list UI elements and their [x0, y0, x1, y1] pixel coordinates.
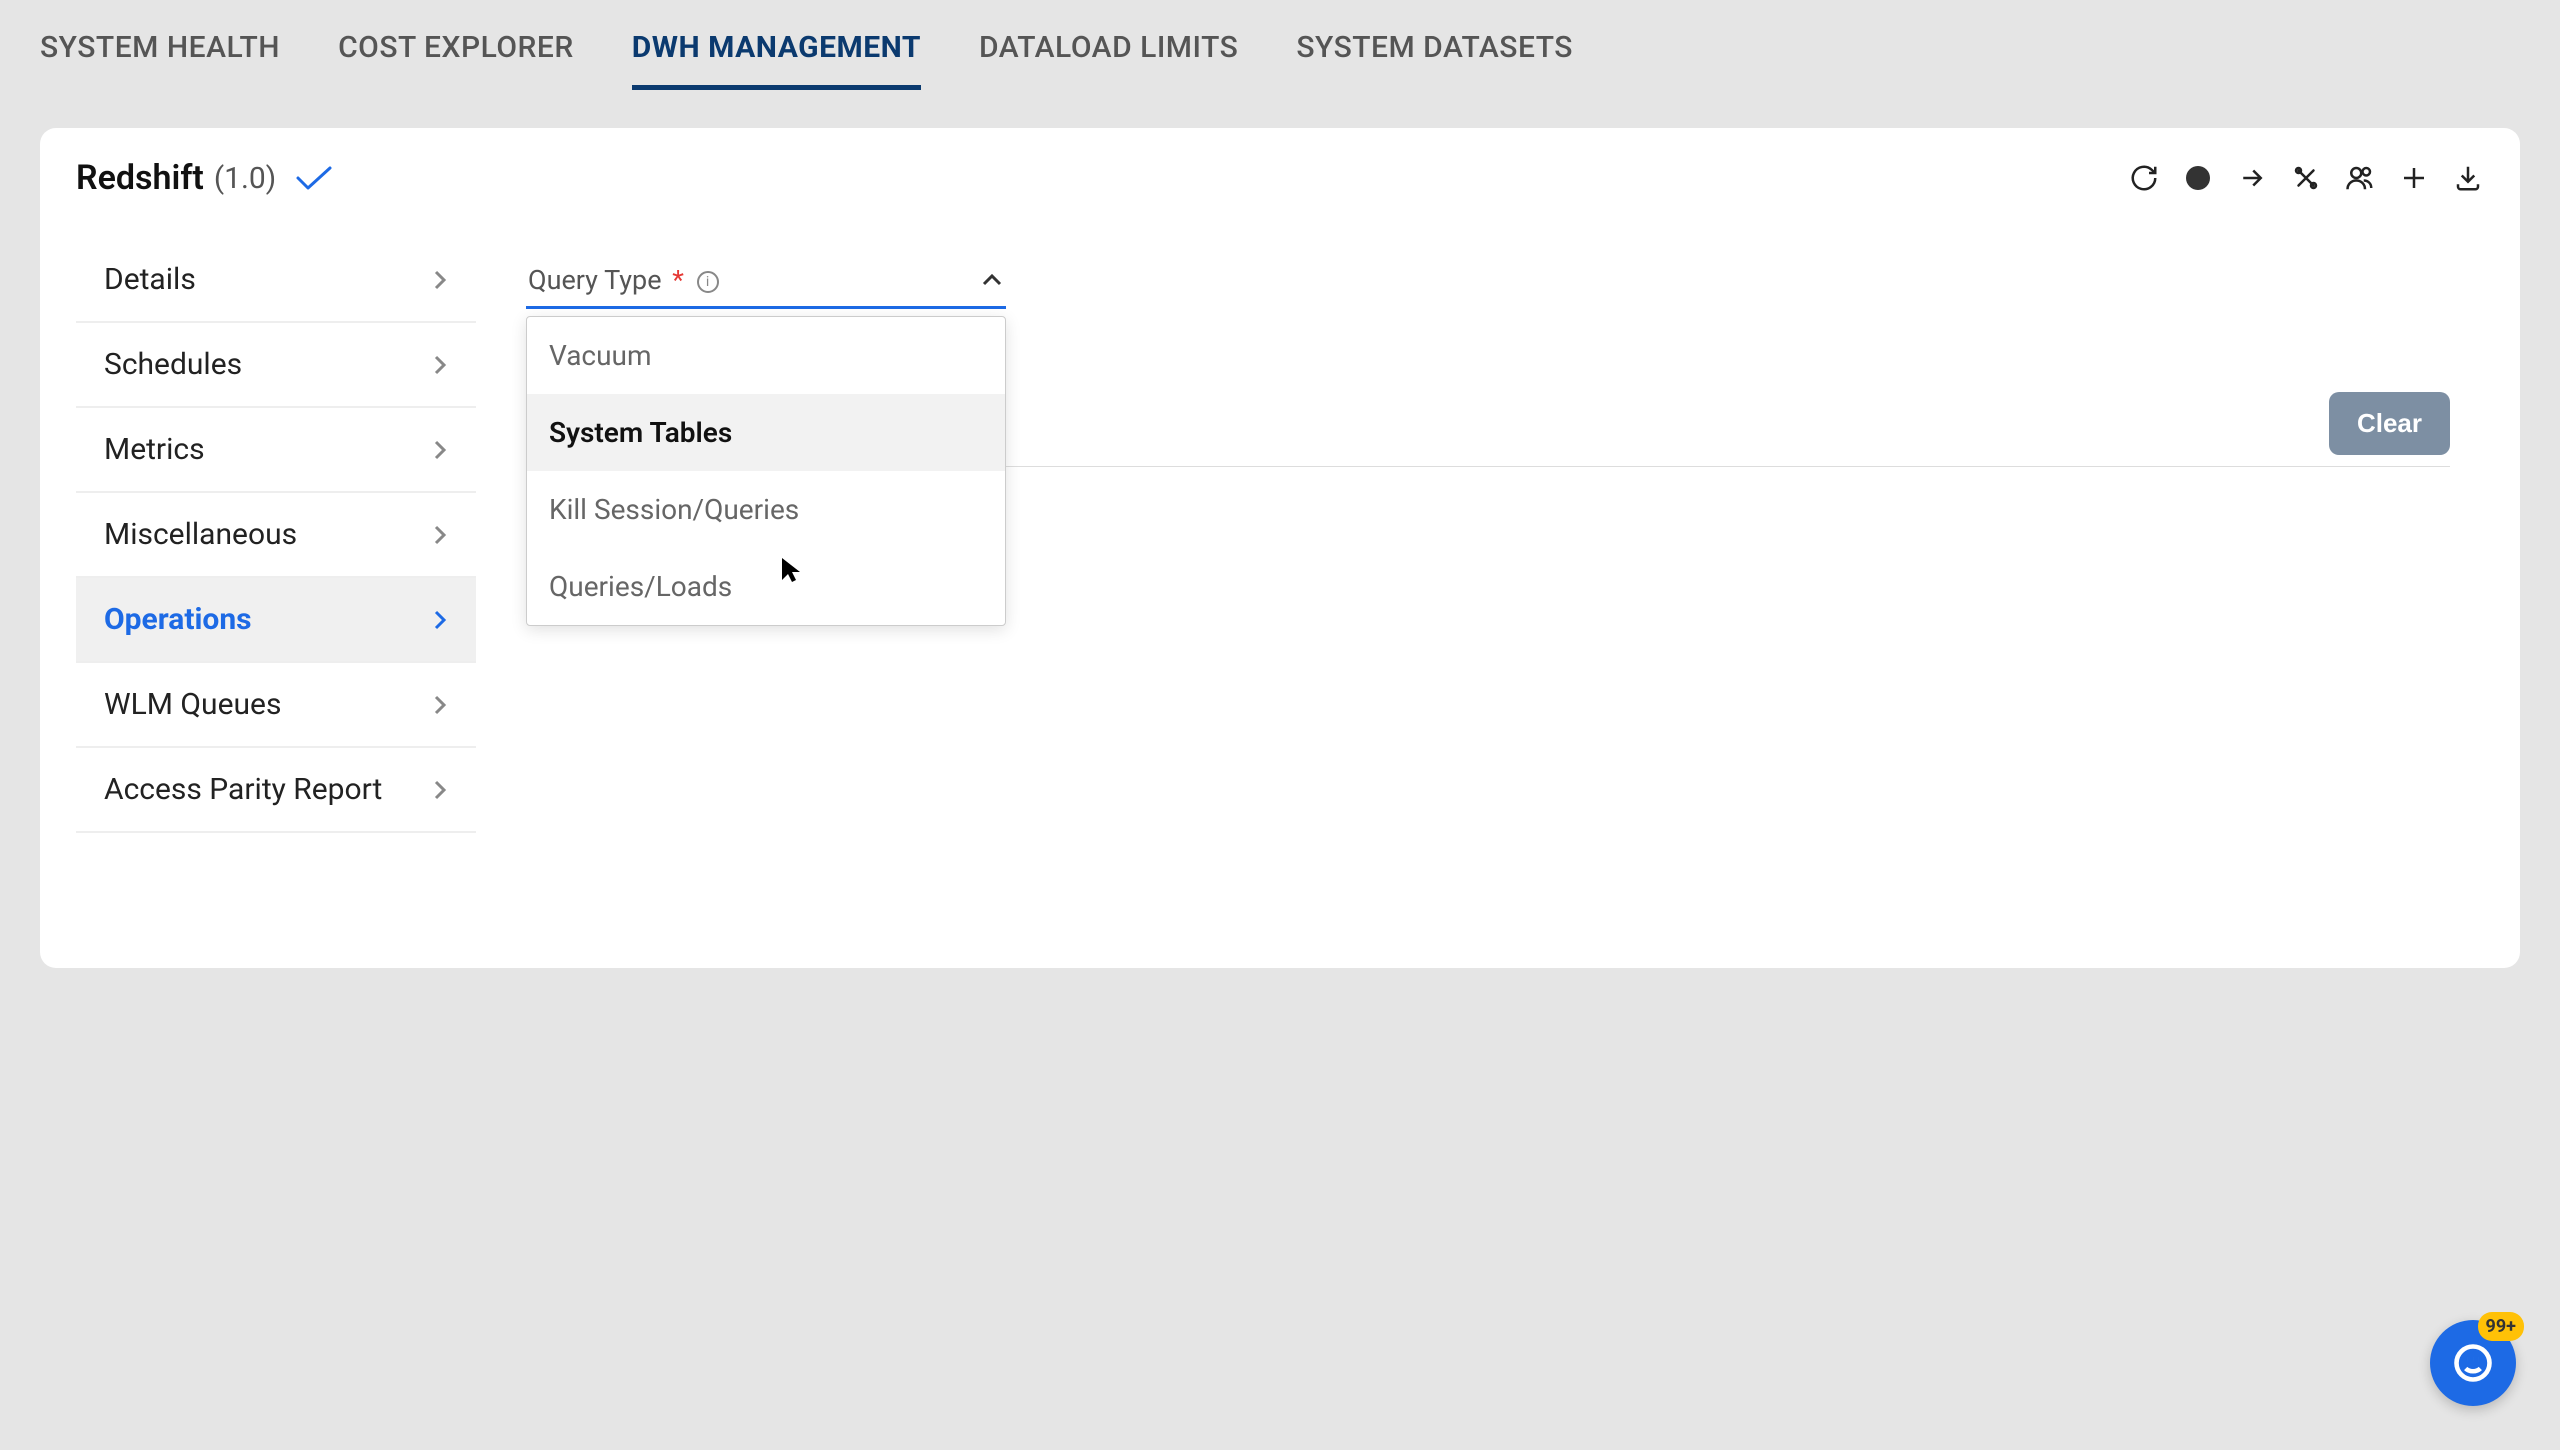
- dropdown-option-queries-loads[interactable]: Queries/Loads: [527, 548, 1005, 625]
- refresh-icon[interactable]: [2128, 162, 2160, 194]
- clear-button[interactable]: Clear: [2329, 392, 2450, 455]
- sidebar-item-label: Access Parity Report: [104, 772, 382, 807]
- title-group: Redshift (1.0): [76, 158, 334, 198]
- chevron-right-icon: [432, 268, 448, 292]
- query-type-select[interactable]: Query Type * i Vacuum System Tables Kill…: [526, 258, 1006, 309]
- page-title: Redshift: [76, 158, 204, 198]
- sidebar-item-label: Schedules: [104, 347, 242, 382]
- sidebar: Details Schedules Metrics Miscellaneous …: [76, 238, 476, 833]
- chevron-right-icon: [432, 523, 448, 547]
- chevron-right-icon: [432, 778, 448, 802]
- dropdown-option-kill-session-queries[interactable]: Kill Session/Queries: [527, 471, 1005, 548]
- query-type-label: Query Type * i: [528, 264, 719, 296]
- sidebar-item-label: Operations: [104, 602, 252, 637]
- sidebar-item-details[interactable]: Details: [76, 238, 476, 323]
- sidebar-item-label: Miscellaneous: [104, 517, 297, 552]
- sidebar-item-access-parity-report[interactable]: Access Parity Report: [76, 748, 476, 833]
- tools-icon[interactable]: [2290, 162, 2322, 194]
- top-nav: SYSTEM HEALTH COST EXPLORER DWH MANAGEME…: [0, 0, 2560, 90]
- sidebar-item-label: Metrics: [104, 432, 205, 467]
- tab-dwh-management[interactable]: DWH MANAGEMENT: [632, 30, 921, 90]
- download-icon[interactable]: [2452, 162, 2484, 194]
- tab-system-health[interactable]: SYSTEM HEALTH: [40, 30, 280, 90]
- sidebar-item-wlm-queues[interactable]: WLM Queues: [76, 663, 476, 748]
- tab-system-datasets[interactable]: SYSTEM DATASETS: [1296, 30, 1573, 90]
- arrow-right-icon[interactable]: [2236, 162, 2268, 194]
- dropdown-option-vacuum[interactable]: Vacuum: [527, 317, 1005, 394]
- chevron-right-icon: [432, 693, 448, 717]
- info-icon[interactable]: i: [697, 271, 719, 293]
- header-action-icons: [2128, 162, 2484, 194]
- card-header: Redshift (1.0): [76, 158, 2484, 198]
- tab-cost-explorer[interactable]: COST EXPLORER: [338, 30, 574, 90]
- page-version: (1.0): [214, 161, 276, 196]
- chat-badge: 99+: [2478, 1312, 2524, 1341]
- chevron-up-icon: [980, 272, 1004, 288]
- main-card: Redshift (1.0): [40, 128, 2520, 968]
- chevron-right-icon: [432, 608, 448, 632]
- chevron-right-icon: [432, 438, 448, 462]
- sidebar-item-label: WLM Queues: [104, 687, 281, 722]
- sidebar-item-miscellaneous[interactable]: Miscellaneous: [76, 493, 476, 578]
- card-body: Details Schedules Metrics Miscellaneous …: [76, 238, 2484, 833]
- content-panel: Query Type * i Vacuum System Tables Kill…: [506, 238, 2484, 329]
- tab-dataload-limits[interactable]: DATALOAD LIMITS: [979, 30, 1238, 90]
- plus-icon[interactable]: [2398, 162, 2430, 194]
- required-marker: *: [672, 264, 684, 296]
- sidebar-item-schedules[interactable]: Schedules: [76, 323, 476, 408]
- query-type-dropdown: Vacuum System Tables Kill Session/Querie…: [526, 316, 1006, 626]
- sidebar-item-operations[interactable]: Operations: [76, 578, 476, 663]
- chat-fab[interactable]: 99+: [2430, 1320, 2516, 1406]
- query-type-label-text: Query Type: [528, 264, 662, 296]
- status-dot-icon[interactable]: [2182, 162, 2214, 194]
- checkmark-icon: [294, 164, 334, 192]
- sidebar-item-label: Details: [104, 262, 196, 297]
- sidebar-item-metrics[interactable]: Metrics: [76, 408, 476, 493]
- chevron-right-icon: [432, 353, 448, 377]
- dropdown-option-system-tables[interactable]: System Tables: [527, 394, 1005, 471]
- users-icon[interactable]: [2344, 162, 2376, 194]
